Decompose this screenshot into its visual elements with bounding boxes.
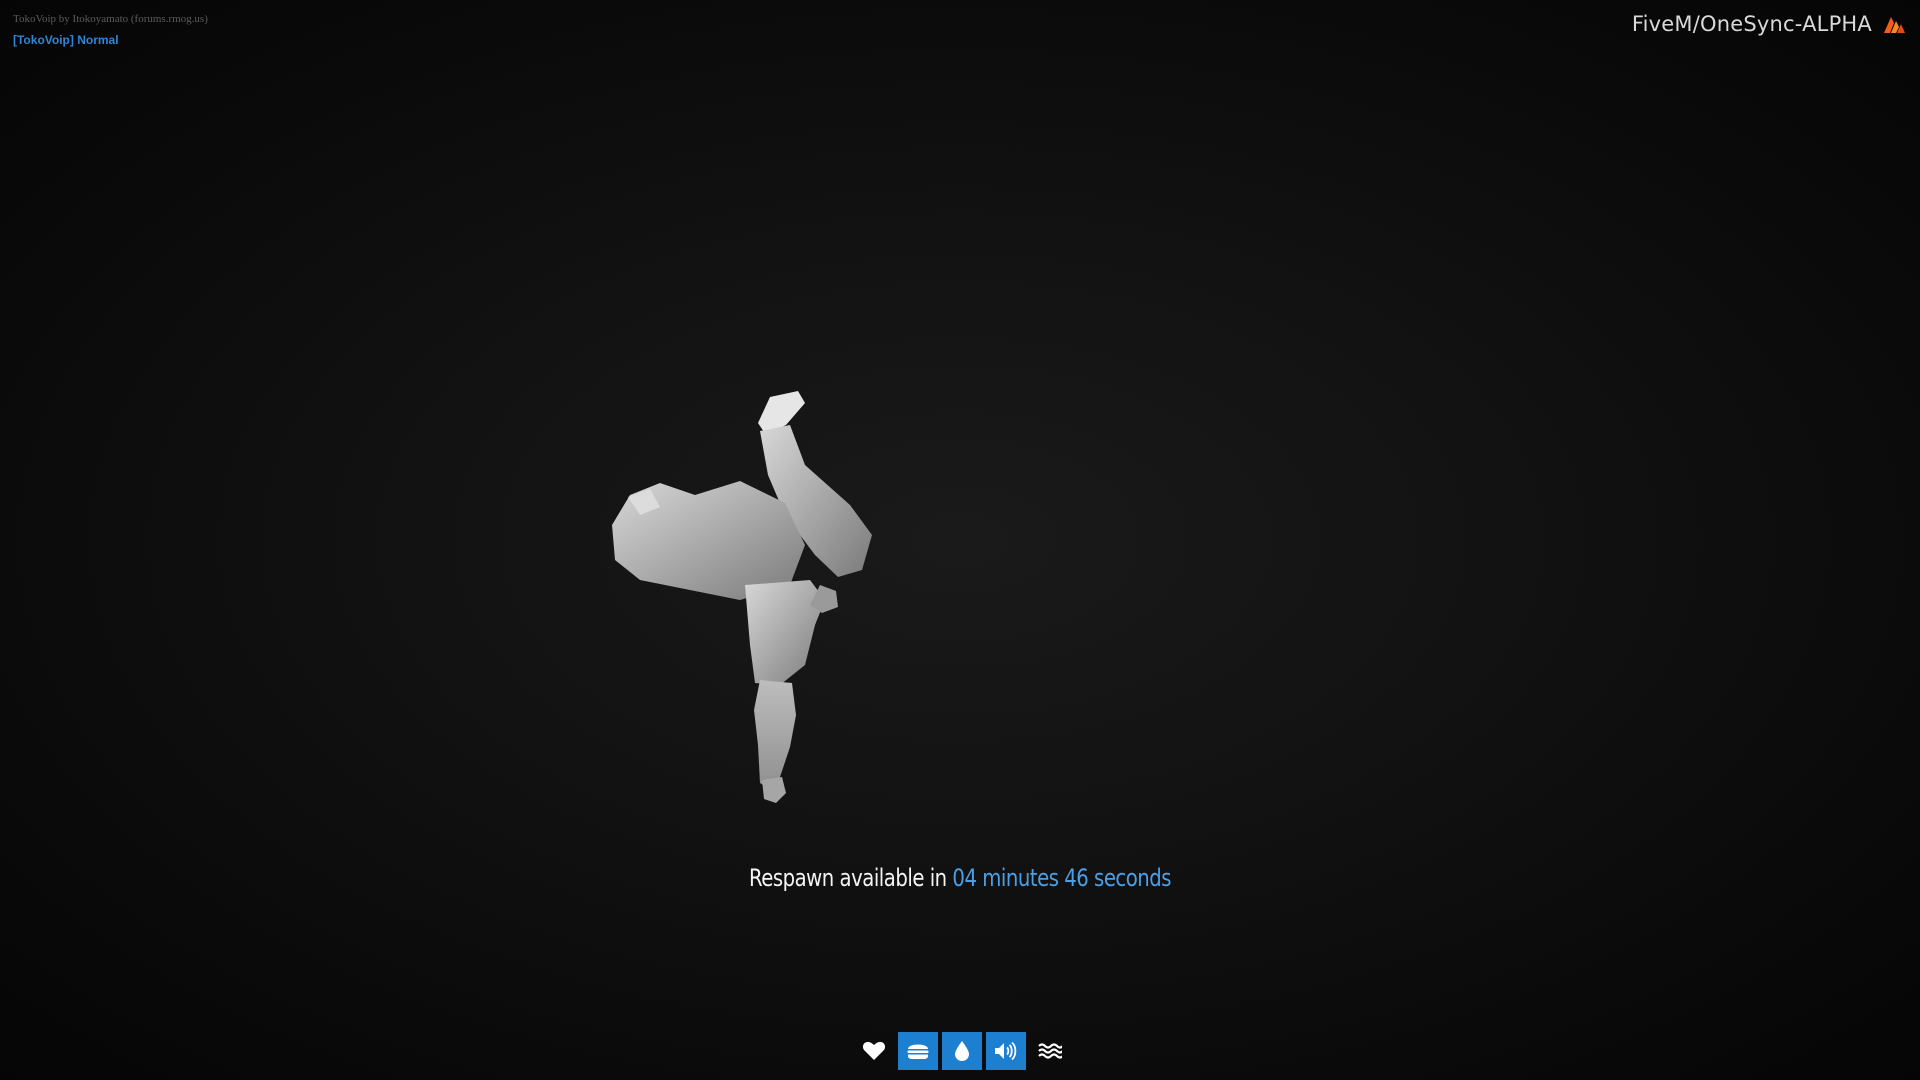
waves-icon	[1038, 1043, 1062, 1059]
server-title: FiveM/OneSync-ALPHA	[1631, 12, 1872, 36]
hamburger-icon	[907, 1044, 929, 1059]
respawn-timer: 04 minutes 46 seconds	[952, 864, 1172, 892]
downed-character	[612, 391, 872, 803]
fivem-logo-icon	[1884, 17, 1905, 33]
water-drop-icon	[955, 1041, 969, 1061]
voip-mode-indicator: [TokoVoip] Normal	[13, 33, 119, 47]
voip-credit-text: TokoVoip by Itokoyamato (forums.rmog.us)	[13, 13, 208, 25]
hunger-status	[898, 1032, 938, 1070]
game-viewport	[0, 0, 1920, 1080]
respawn-message: Respawn available in 04 minutes 46 secon…	[173, 864, 1747, 892]
server-brand: FiveM/OneSync-ALPHA	[1632, 12, 1906, 36]
oxygen-status	[1030, 1032, 1070, 1070]
heart-icon	[862, 1041, 886, 1060]
health-status	[854, 1032, 894, 1070]
respawn-label: Respawn available in	[748, 864, 947, 892]
voice-status	[986, 1032, 1026, 1070]
speaker-icon	[995, 1041, 1017, 1061]
thirst-status	[942, 1032, 982, 1070]
status-hud	[854, 1032, 1070, 1070]
